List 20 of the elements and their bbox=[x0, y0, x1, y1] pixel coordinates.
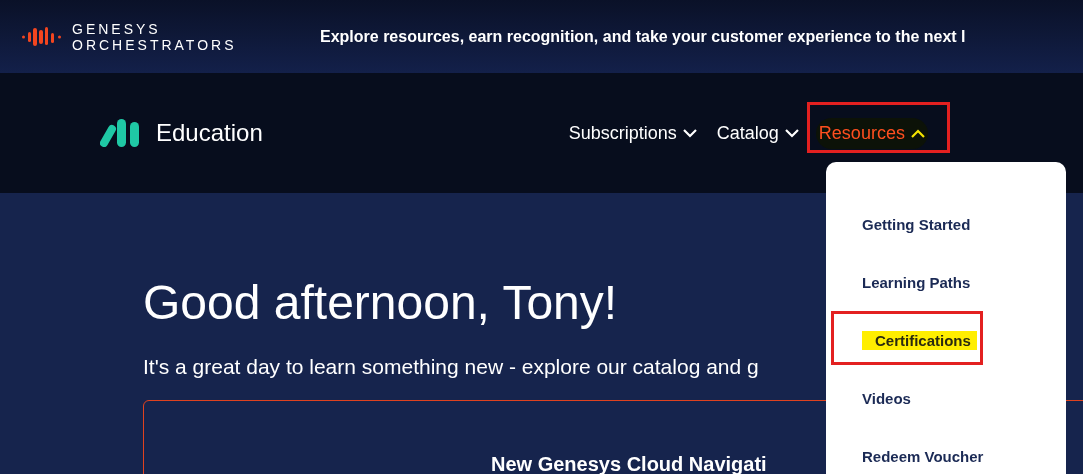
dropdown-item[interactable]: Videos bbox=[862, 389, 911, 408]
chevron-down-icon bbox=[784, 128, 799, 138]
bars-logo-icon[interactable] bbox=[100, 119, 142, 147]
chevron-up-icon bbox=[910, 128, 925, 138]
card-heading: New Genesys Cloud Navigati bbox=[491, 452, 767, 474]
brand-name: ORCHESTRATORS bbox=[72, 36, 237, 53]
brand-name: GENESYS bbox=[72, 20, 162, 37]
nav-menu-button[interactable]: Subscriptions bbox=[565, 117, 700, 149]
banner-tagline: Explore resources, earn recognition, and take your customer experience to the next l bbox=[320, 26, 966, 47]
nav-menu-button[interactable]: Catalog bbox=[713, 117, 802, 149]
dropdown-item[interactable]: Certifications bbox=[862, 331, 977, 350]
greeting-heading: Good afternoon, Tony! bbox=[143, 275, 618, 331]
site-title[interactable]: Education bbox=[156, 115, 263, 151]
nav-menu-button[interactable]: Resources bbox=[815, 117, 928, 149]
dropdown-item[interactable]: Redeem Voucher bbox=[862, 447, 984, 466]
welcome-text: It's a great day to learn something new - explore our catalog and g bbox=[143, 354, 760, 380]
sound-wave-logo-icon bbox=[22, 26, 62, 47]
dropdown-item[interactable]: Getting Started bbox=[862, 215, 971, 234]
dropdown-item[interactable]: Learning Paths bbox=[862, 273, 971, 292]
chevron-down-icon bbox=[682, 128, 697, 138]
